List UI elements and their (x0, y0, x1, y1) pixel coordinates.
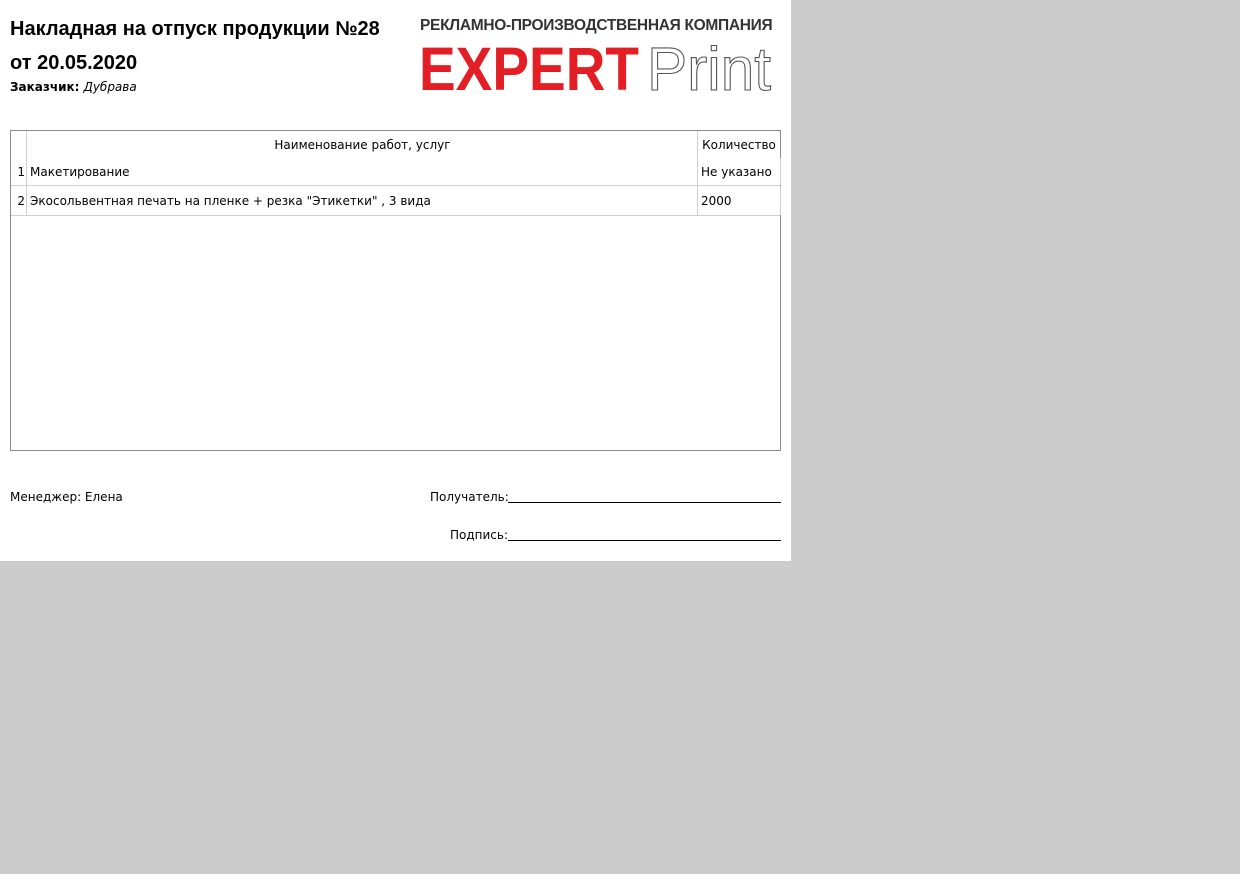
document-title: Накладная на отпуск продукции №28 от 20.… (10, 12, 410, 80)
row-name: Экосольвентная печать на пленке + резка … (26, 186, 697, 215)
items-table: Наименование работ, услуг Количество 1 М… (10, 130, 781, 451)
customer-label: Заказчик: (10, 80, 80, 94)
table-row: 1 Макетирование Не указано (11, 158, 781, 186)
company-logo: РЕКЛАМНО-ПРОИЗВОДСТВЕННАЯ КОМПАНИЯ EXPER… (419, 14, 774, 94)
logo-subtitle: РЕКЛАМНО-ПРОИЗВОДСТВЕННАЯ КОМПАНИЯ (420, 17, 773, 34)
invoice-sheet: Накладная на отпуск продукции №28 от 20.… (0, 0, 791, 561)
logo-brand-light: Print (647, 35, 771, 94)
signature-label: Подпись: (450, 528, 509, 542)
logo-brand-bold: EXPERT (419, 35, 639, 94)
row-quantity: Не указано (697, 158, 781, 185)
row-number: 2 (17, 194, 25, 208)
customer-value: Дубрава (83, 80, 137, 94)
manager-name: Менеджер: Елена (10, 490, 123, 504)
header-quantity: Количество (697, 131, 780, 158)
table-row: 2 Экосольвентная печать на пленке + резк… (11, 186, 781, 216)
recipient-line (508, 502, 781, 503)
signature-line (508, 540, 781, 541)
title-line-1: Накладная на отпуск продукции №28 (10, 18, 380, 40)
row-quantity: 2000 (697, 186, 781, 215)
row-number: 1 (17, 165, 25, 179)
recipient-label: Получатель: (430, 490, 509, 504)
logo-wordmark: EXPERT Print (419, 34, 772, 94)
row-name: Макетирование (26, 158, 697, 185)
customer-info: Заказчик: Дубрава (10, 80, 137, 94)
header-name: Наименование работ, услуг (26, 131, 698, 158)
title-line-2: от 20.05.2020 (10, 52, 138, 74)
